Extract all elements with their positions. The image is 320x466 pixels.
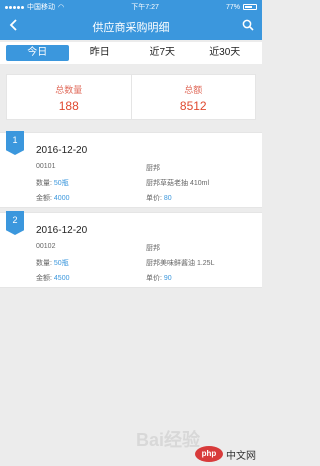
purchase-record[interactable]: 1 2016-12-20 00101 厨邦 数量: 50瓶 厨邦草菇老抽 410… <box>0 131 262 208</box>
unit-price-label: 单价: <box>146 195 162 202</box>
product-name: 厨邦美味鲜酱油 1.25L <box>146 260 215 267</box>
tab-last-7-days[interactable]: 近7天 <box>131 45 194 61</box>
tab-yesterday[interactable]: 昨日 <box>69 45 132 61</box>
back-button[interactable] <box>8 18 20 36</box>
purchase-record[interactable]: 2 2016-12-20 00102 厨邦 数量: 50瓶 厨邦美味鲜酱油 1.… <box>0 211 262 288</box>
record-date: 2016-12-20 <box>36 225 88 236</box>
wifi-icon: ◠ <box>58 4 65 11</box>
record-index-badge: 1 <box>6 131 24 155</box>
search-button[interactable] <box>242 18 254 36</box>
amount-value: 4000 <box>53 195 70 202</box>
amount-label: 金额: <box>36 195 52 202</box>
product-name: 厨邦草菇老抽 410ml <box>146 180 210 187</box>
tab-today[interactable]: 今日 <box>6 45 69 61</box>
record-index-badge: 2 <box>6 211 24 235</box>
battery-percent: 77% <box>225 3 240 11</box>
amount-label: 金额: <box>36 275 52 282</box>
total-amount-value: 8512 <box>179 99 207 113</box>
carrier-label: 中国移动 <box>27 4 55 11</box>
total-count: 总数量 188 <box>7 75 131 119</box>
php-logo: php <box>195 446 223 462</box>
total-amount: 总额 8512 <box>130 75 256 119</box>
record-row: 数量: 50瓶 厨邦美味鲜酱油 1.25L <box>36 258 254 268</box>
total-amount-label: 总额 <box>184 85 203 95</box>
unit-price-value: 80 <box>163 195 172 202</box>
clock: 下午7:27 <box>131 4 159 11</box>
tab-last-30-days[interactable]: 近30天 <box>194 45 257 61</box>
totals-summary: 总数量 188 总额 8512 <box>6 74 256 120</box>
unit-price-value: 90 <box>163 275 172 282</box>
record-date: 2016-12-20 <box>36 145 88 156</box>
page-title: 供应商采购明细 <box>92 22 170 34</box>
baidu-watermark: Bai经验 <box>136 430 201 450</box>
record-brand: 厨邦 <box>146 245 160 252</box>
record-brand: 厨邦 <box>146 165 160 172</box>
signal-icon <box>5 5 24 9</box>
search-icon <box>242 19 254 31</box>
record-code: 00101 <box>36 163 56 170</box>
date-range-tabs: 今日 昨日 近7天 近30天 <box>0 42 262 64</box>
amount-value: 4500 <box>53 275 70 282</box>
navigation-bar: 供应商采购明细 <box>0 14 262 40</box>
quantity-label: 数量: <box>36 260 52 267</box>
status-bar: 中国移动 ◠ 下午7:27 77% <box>0 0 262 14</box>
record-code: 00102 <box>36 243 56 250</box>
php-watermark: php 中文网 <box>195 446 256 462</box>
quantity-label: 数量: <box>36 180 52 187</box>
record-row: 00102 厨邦 <box>36 243 254 253</box>
record-row: 数量: 50瓶 厨邦草菇老抽 410ml <box>36 178 254 188</box>
chevron-left-icon <box>9 19 17 31</box>
php-site-name: 中文网 <box>226 450 256 462</box>
quantity-value: 50瓶 <box>53 260 69 267</box>
record-row: 金额: 4500 单价: 90 <box>36 273 254 283</box>
total-count-label: 总数量 <box>55 85 83 95</box>
total-count-value: 188 <box>58 99 79 113</box>
record-row: 金额: 4000 单价: 80 <box>36 193 254 203</box>
unit-price-label: 单价: <box>146 275 162 282</box>
battery-icon <box>243 4 257 10</box>
record-row: 00101 厨邦 <box>36 163 254 173</box>
quantity-value: 50瓶 <box>53 180 69 187</box>
